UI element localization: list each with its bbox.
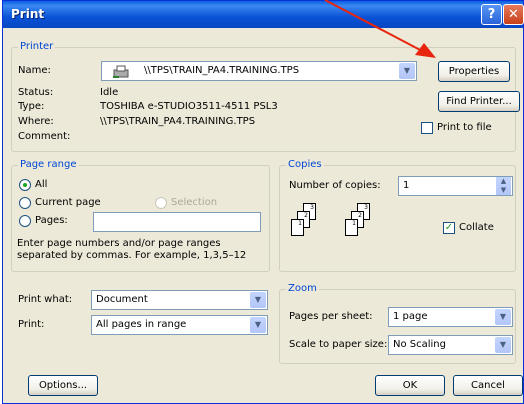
annotation-arrow — [324, 0, 436, 58]
